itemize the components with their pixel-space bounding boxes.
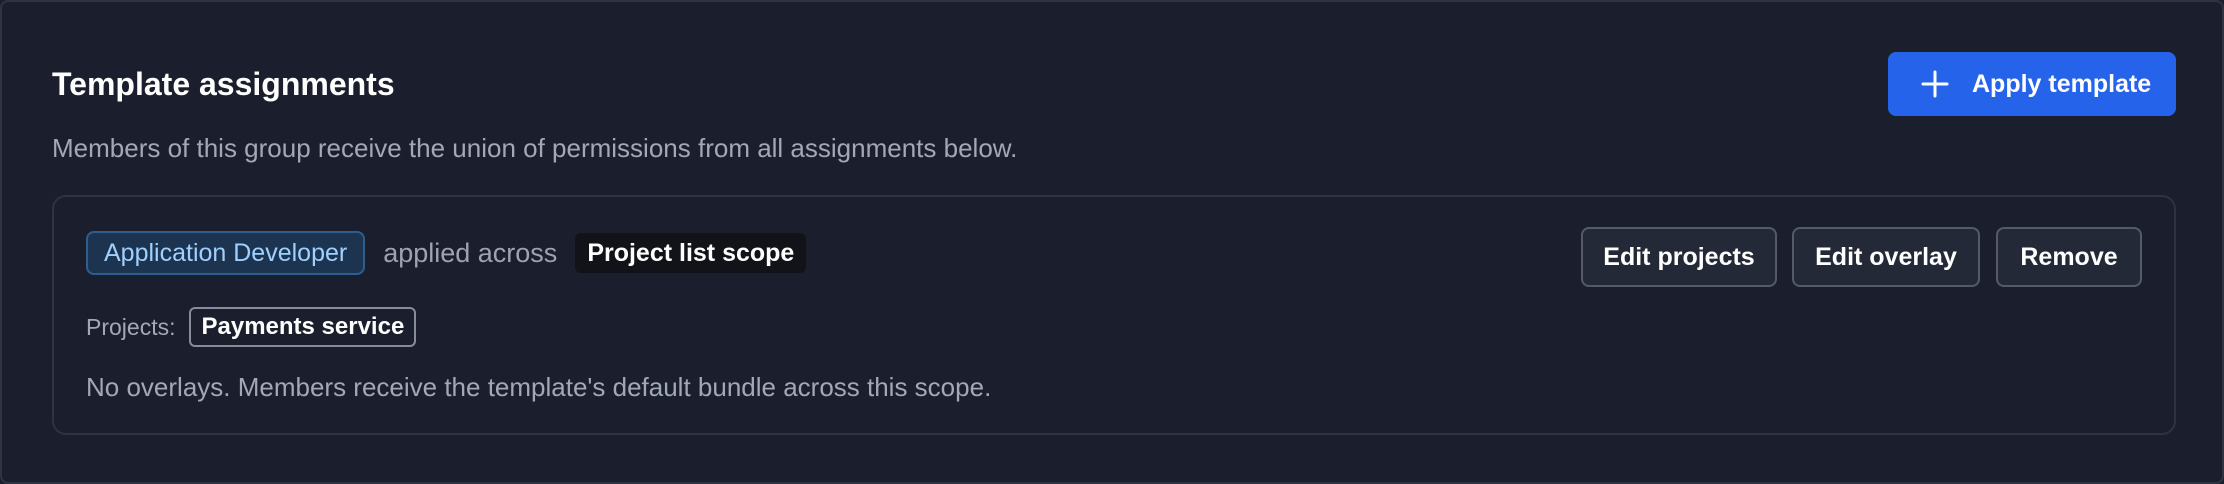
plus-icon	[1921, 70, 1949, 98]
template-assignments-panel: Template assignments Members of this gro…	[0, 0, 2224, 484]
edit-projects-button[interactable]: Edit projects	[1581, 227, 1777, 287]
projects-label: Projects:	[86, 313, 176, 340]
assignment-card: Application Developer applied across Pro…	[52, 195, 2176, 435]
project-chip: Payments service	[189, 307, 417, 347]
scope-badge: Project list scope	[575, 233, 807, 273]
apply-template-label: Apply template	[1972, 69, 2152, 98]
template-badge: Application Developer	[86, 231, 366, 275]
applied-across-text: applied across	[383, 237, 558, 268]
overlay-note: No overlays. Members receive the templat…	[86, 372, 992, 402]
section-title: Template assignments	[52, 66, 395, 102]
projects-row: Projects: Payments service	[86, 307, 417, 347]
remove-button[interactable]: Remove	[1996, 227, 2142, 287]
apply-template-button[interactable]: Apply template	[1888, 52, 2176, 116]
edit-overlay-button[interactable]: Edit overlay	[1792, 227, 1980, 287]
section-description: Members of this group receive the union …	[52, 133, 1018, 163]
assignment-summary: Application Developer applied across Pro…	[86, 231, 807, 275]
